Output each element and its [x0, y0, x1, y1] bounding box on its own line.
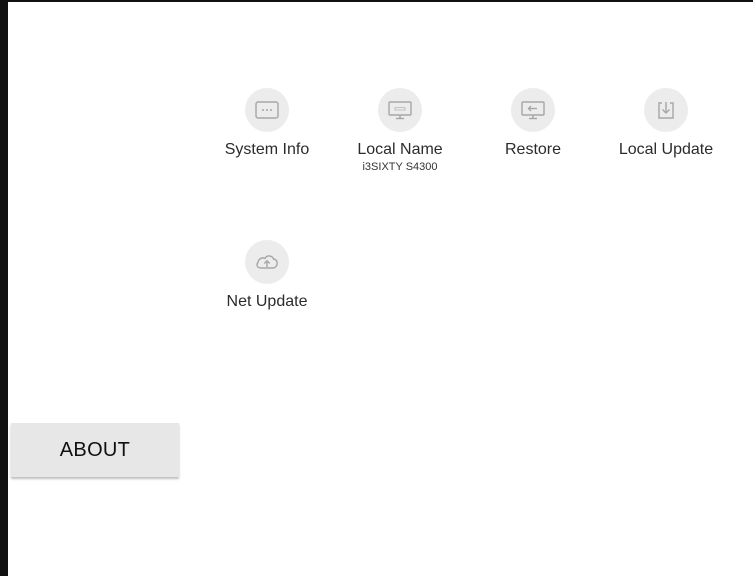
restore-icon-circle [511, 88, 555, 132]
net-update-icon-circle [245, 240, 289, 284]
dots-icon [255, 101, 279, 119]
local-update-tile[interactable]: Local Update [606, 88, 726, 159]
local-update-label: Local Update [618, 141, 714, 158]
restore-label: Restore [504, 141, 562, 158]
monitor-icon [388, 101, 412, 120]
local-name-icon-circle [378, 88, 422, 132]
local-update-icon-circle [644, 88, 688, 132]
about-settings-grid: System Info Local Name i3SIXTY S4300 Res… [0, 0, 753, 576]
local-name-value: i3SIXTY S4300 [362, 161, 438, 173]
local-name-tile[interactable]: Local Name i3SIXTY S4300 [340, 88, 460, 173]
system-info-tile[interactable]: System Info [207, 88, 327, 159]
cloud-upload-icon [256, 255, 278, 269]
system-info-icon-circle [245, 88, 289, 132]
about-tab[interactable]: ABOUT [11, 423, 179, 477]
net-update-tile[interactable]: Net Update [207, 240, 327, 311]
download-tray-icon [658, 102, 674, 119]
restore-tile[interactable]: Restore [473, 88, 593, 159]
about-tab-label: ABOUT [59, 438, 131, 461]
net-update-label: Net Update [226, 293, 308, 310]
local-name-label: Local Name [357, 141, 443, 158]
system-info-label: System Info [224, 141, 310, 158]
restore-monitor-icon [521, 101, 545, 120]
